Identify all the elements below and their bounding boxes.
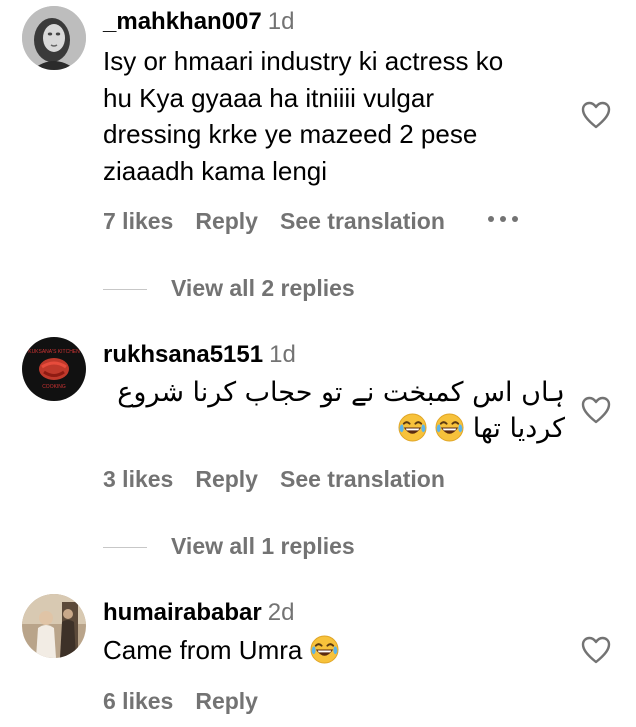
face-with-tears-of-joy-icon <box>309 635 339 664</box>
view-replies-button[interactable]: View all 1 replies <box>103 533 355 560</box>
replies-divider <box>103 547 147 549</box>
reply-button[interactable]: Reply <box>195 466 258 492</box>
heart-outline-icon[interactable] <box>580 635 612 665</box>
more-options-icon[interactable] <box>487 215 519 223</box>
avatar[interactable]: KUKSANA'S KITCHEN COOKING <box>22 337 86 401</box>
see-translation-button[interactable]: See translation <box>280 208 445 234</box>
comment-actions: 7 likes Reply See translation <box>103 208 467 235</box>
comment-header: _mahkhan007 1d <box>103 8 294 36</box>
comment-text-content: ہاں اس کمبخت نے تو حجاب کرنا شروع کردیا … <box>117 377 565 444</box>
face-with-tears-of-joy-icon <box>435 413 465 442</box>
view-replies-button[interactable]: View all 2 replies <box>103 275 355 302</box>
comment-text-content: Came from Umra <box>103 635 303 665</box>
replies-divider <box>103 289 147 291</box>
username[interactable]: _mahkhan007 <box>103 8 262 35</box>
avatar[interactable] <box>22 6 86 70</box>
reply-button[interactable]: Reply <box>195 208 258 234</box>
timestamp[interactable]: 1d <box>268 8 295 35</box>
comment-text: Came from Umra <box>103 632 533 669</box>
comment-text: Isy or hmaari industry ki actress ko hu … <box>103 46 504 186</box>
avatar[interactable] <box>22 594 86 658</box>
see-translation-button[interactable]: See translation <box>280 466 445 492</box>
face-with-tears-of-joy-icon <box>397 413 427 442</box>
heart-outline-icon[interactable] <box>580 395 612 425</box>
reply-button[interactable]: Reply <box>195 688 258 714</box>
likes-count[interactable]: 7 likes <box>103 208 173 234</box>
username[interactable]: rukhsana5151 <box>103 341 263 368</box>
view-replies-label: View all 1 replies <box>171 533 355 559</box>
comment-header: rukhsana5151 1d <box>103 341 296 369</box>
comment-header: humairababar 2d <box>103 599 294 627</box>
comment-actions: 6 likes Reply <box>103 688 280 715</box>
username[interactable]: humairababar <box>103 599 262 626</box>
timestamp[interactable]: 2d <box>268 599 295 626</box>
timestamp[interactable]: 1d <box>269 341 296 368</box>
svg-text:KUKSANA'S KITCHEN: KUKSANA'S KITCHEN <box>28 349 80 355</box>
comment-actions: 3 likes Reply See translation <box>103 466 467 493</box>
view-replies-label: View all 2 replies <box>171 275 355 301</box>
likes-count[interactable]: 6 likes <box>103 688 173 714</box>
svg-text:COOKING: COOKING <box>42 384 66 390</box>
heart-outline-icon[interactable] <box>580 100 612 130</box>
comment-text: ہاں اس کمبخت نے تو حجاب کرنا شروع کردیا … <box>103 375 565 447</box>
likes-count[interactable]: 3 likes <box>103 466 173 492</box>
